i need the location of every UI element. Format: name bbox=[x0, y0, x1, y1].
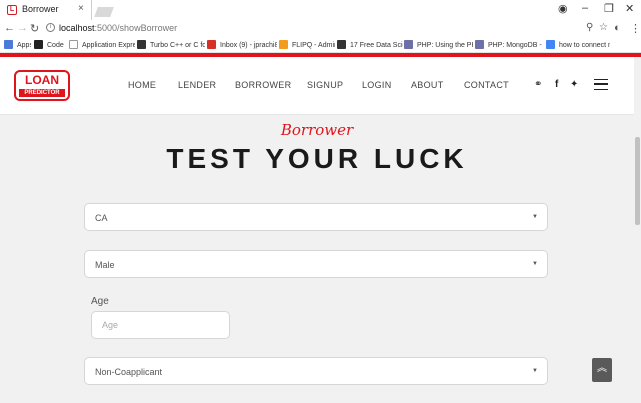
bookmark-item[interactable]: FLIPQ - Admin bbox=[279, 40, 335, 49]
info-icon[interactable]: i bbox=[46, 23, 55, 32]
browser-tab[interactable]: L Borrower × bbox=[0, 0, 92, 20]
facebook-icon[interactable]: f bbox=[555, 79, 558, 90]
tab-favicon-icon: L bbox=[7, 5, 17, 15]
nav-home[interactable]: HOME bbox=[128, 80, 156, 90]
nav-signup[interactable]: SIGNUP bbox=[307, 80, 343, 90]
bookmark-label: FLIPQ - Admin bbox=[292, 42, 335, 49]
zoom-icon[interactable]: ⚲ bbox=[586, 22, 593, 33]
bookmark-item[interactable]: Application Express bbox=[69, 40, 135, 49]
bookmark-label: Turbo C++ or C for bbox=[150, 42, 205, 49]
nav-borrower[interactable]: BORROWER bbox=[235, 80, 291, 90]
bookmark-label: PHP: MongoDB - Ma bbox=[488, 42, 544, 49]
scrollbar-thumb[interactable] bbox=[635, 137, 640, 225]
bookmarks-bar: Apps Code Application Express Turbo C++ or … bbox=[0, 38, 641, 53]
bookmark-item[interactable]: Apps bbox=[4, 40, 31, 49]
page-icon bbox=[69, 40, 78, 49]
php-icon bbox=[475, 40, 484, 49]
new-tab-button[interactable] bbox=[94, 7, 114, 17]
chevron-down-icon: ▼ bbox=[532, 214, 538, 220]
nav-about[interactable]: ABOUT bbox=[411, 80, 444, 90]
address-bar[interactable]: i localhost:5000/showBorrower ⚲ ☆ bbox=[42, 22, 612, 36]
state-select[interactable]: CA ▼ bbox=[84, 203, 548, 231]
url-text: localhost:5000/showBorrower bbox=[59, 23, 178, 33]
bookmark-label: PHP: Using the PHP bbox=[417, 42, 473, 49]
extension-icon[interactable]: ◐ bbox=[614, 22, 621, 34]
coapplicant-select[interactable]: Non-Coapplicant ▼ bbox=[84, 357, 548, 385]
chevron-down-icon: ▼ bbox=[532, 368, 538, 374]
bookmark-item[interactable]: Inbox (9) - jprachi83 bbox=[207, 40, 277, 49]
bookmark-label: how to connect mo bbox=[559, 42, 610, 49]
site-header: LOAN PREDICTOR HOME LENDER BORROWER SIGN… bbox=[0, 57, 634, 115]
age-input[interactable] bbox=[91, 311, 230, 339]
bookmark-label: Inbox (9) - jprachi83 bbox=[220, 42, 277, 49]
nav-contact[interactable]: CONTACT bbox=[464, 80, 509, 90]
tab-close-icon[interactable]: × bbox=[78, 3, 84, 14]
forward-icon[interactable]: → bbox=[17, 22, 28, 34]
bookmark-item[interactable]: Turbo C++ or C for bbox=[137, 40, 205, 49]
site-logo[interactable]: LOAN PREDICTOR bbox=[14, 70, 70, 101]
window-close-icon[interactable]: ✕ bbox=[625, 2, 634, 15]
nav-lender[interactable]: LENDER bbox=[178, 80, 216, 90]
google-icon bbox=[546, 40, 555, 49]
age-label: Age bbox=[91, 296, 109, 307]
bookmark-item[interactable]: Code bbox=[34, 40, 67, 49]
twitter-icon[interactable]: ✦ bbox=[570, 79, 578, 90]
bookmark-item[interactable]: PHP: MongoDB - Ma bbox=[475, 40, 544, 49]
scroll-to-top-button[interactable]: ︽ bbox=[592, 358, 612, 382]
gender-select[interactable]: Male ▼ bbox=[84, 250, 548, 278]
reload-icon[interactable]: ↻ bbox=[30, 22, 39, 35]
bookmark-label: Apps bbox=[17, 42, 31, 49]
tab-title: Borrower bbox=[22, 4, 59, 14]
coapplicant-select-value: Non-Coapplicant bbox=[95, 367, 163, 377]
github-icon bbox=[34, 40, 43, 49]
page-title: TEST YOUR LUCK bbox=[166, 143, 468, 174]
tripadvisor-icon[interactable]: ⚭ bbox=[534, 79, 542, 90]
minimize-icon[interactable]: – bbox=[582, 2, 588, 14]
menu-dots-icon[interactable]: ⋮ bbox=[630, 22, 641, 35]
bookmark-item[interactable]: 17 Free Data Science bbox=[337, 40, 403, 49]
flipq-icon bbox=[279, 40, 288, 49]
back-icon[interactable]: ← bbox=[4, 22, 15, 34]
apps-grid-icon bbox=[4, 40, 13, 49]
browser-tab-bar: L Borrower × ◉ – ❐ ✕ bbox=[0, 0, 641, 20]
chevron-down-icon: ▼ bbox=[532, 261, 538, 267]
profile-icon[interactable]: ◉ bbox=[558, 2, 568, 15]
section-kicker: Borrower bbox=[280, 121, 354, 139]
bookmark-star-icon[interactable]: ☆ bbox=[599, 22, 608, 33]
php-icon bbox=[404, 40, 413, 49]
bookmark-item[interactable]: PHP: Using the PHP bbox=[404, 40, 473, 49]
nav-login[interactable]: LOGIN bbox=[362, 80, 392, 90]
chart-icon bbox=[337, 40, 346, 49]
bookmark-label: Application Express bbox=[82, 42, 135, 49]
state-select-value: CA bbox=[95, 213, 108, 223]
hamburger-menu-icon[interactable] bbox=[594, 79, 608, 90]
bookmark-item[interactable]: how to connect mo bbox=[546, 40, 610, 49]
gender-select-value: Male bbox=[95, 260, 115, 270]
page-scrollbar[interactable] bbox=[634, 57, 641, 403]
browser-toolbar: ← → ↻ i localhost:5000/showBorrower ⚲ ☆ … bbox=[0, 20, 641, 38]
bookmark-label: Code bbox=[47, 42, 64, 49]
bookmark-label: 17 Free Data Science bbox=[350, 42, 403, 49]
turbo-icon bbox=[137, 40, 146, 49]
restore-icon[interactable]: ❐ bbox=[604, 2, 614, 15]
double-chevron-up-icon: ︽ bbox=[597, 363, 607, 374]
gmail-icon bbox=[207, 40, 216, 49]
